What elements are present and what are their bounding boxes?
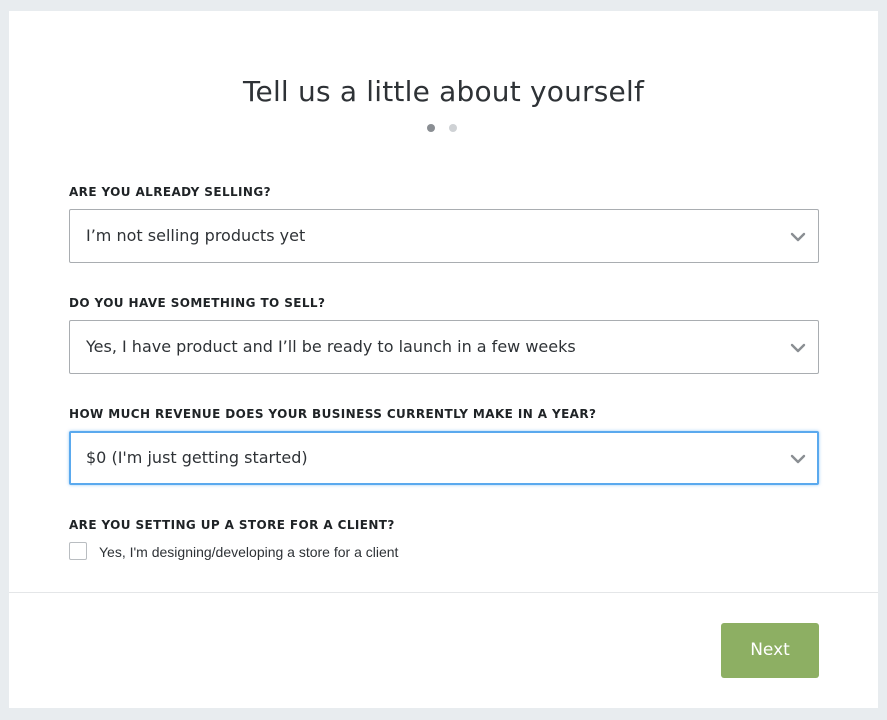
step-dot-active bbox=[427, 124, 435, 132]
page-title: Tell us a little about yourself bbox=[242, 75, 645, 108]
footer-divider bbox=[9, 592, 878, 593]
client-store-checkbox-label[interactable]: Yes, I'm designing/developing a store fo… bbox=[99, 543, 398, 561]
client-store-label: ARE YOU SETTING UP A STORE FOR A CLIENT? bbox=[69, 518, 395, 532]
something-to-sell-select-value: Yes, I have product and I’ll be ready to… bbox=[86, 337, 576, 356]
revenue-select[interactable]: $0 (I'm just getting started) bbox=[69, 431, 819, 485]
selling-select[interactable]: I’m not selling products yet bbox=[69, 209, 819, 263]
chevron-down-icon bbox=[790, 451, 806, 465]
something-to-sell-label: DO YOU HAVE SOMETHING TO SELL? bbox=[69, 296, 326, 310]
chevron-down-icon bbox=[790, 340, 806, 354]
chevron-down-icon bbox=[790, 229, 806, 243]
client-store-checkbox[interactable] bbox=[69, 542, 87, 560]
something-to-sell-select[interactable]: Yes, I have product and I’ll be ready to… bbox=[69, 320, 819, 374]
selling-select-value: I’m not selling products yet bbox=[86, 226, 306, 245]
step-dot-inactive bbox=[449, 124, 457, 132]
revenue-select-value: $0 (I'm just getting started) bbox=[86, 448, 308, 467]
selling-label: ARE YOU ALREADY SELLING? bbox=[69, 185, 271, 199]
revenue-label: HOW MUCH REVENUE DOES YOUR BUSINESS CURR… bbox=[69, 407, 597, 421]
next-button[interactable]: Next bbox=[721, 623, 819, 678]
onboarding-card: Tell us a little about yourself ARE YOU … bbox=[9, 11, 878, 708]
